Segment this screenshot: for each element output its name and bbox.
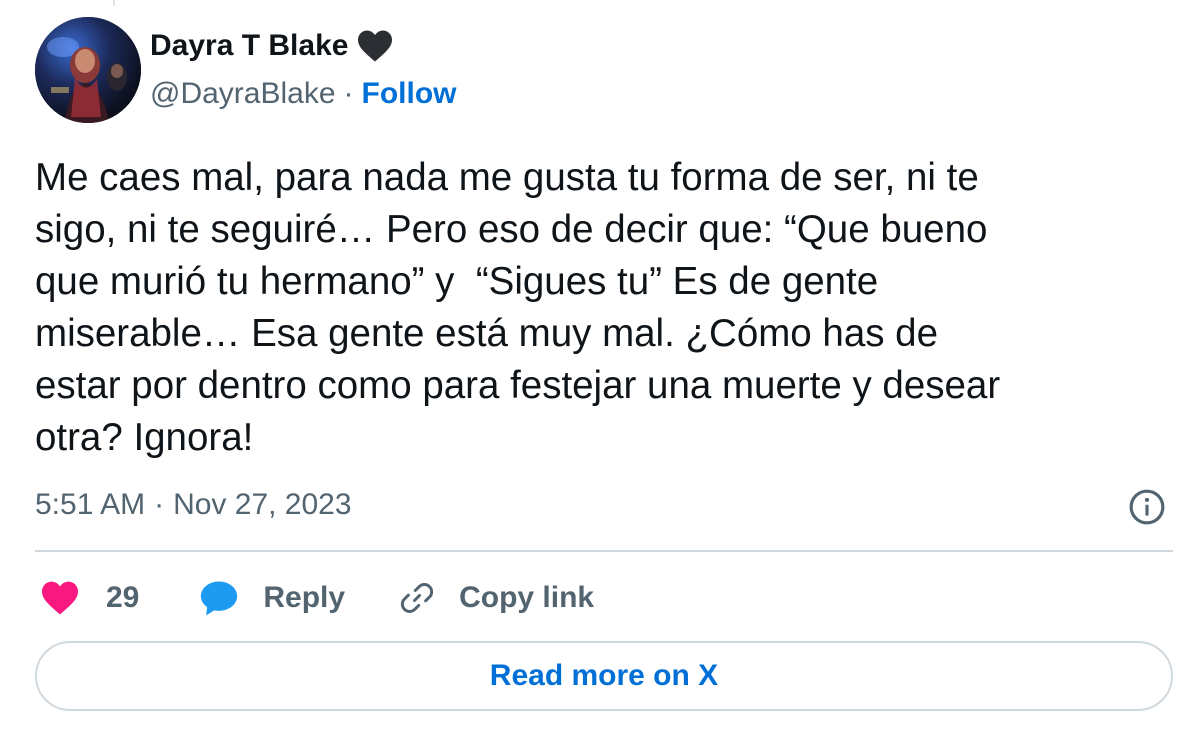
tweet-actions: 29 Reply Copy link: [40, 576, 594, 620]
read-more-label: Read more on X: [489, 659, 719, 692]
author-handle-row: @DayraBlake · Follow: [150, 74, 457, 114]
handle-separator: ·: [343, 77, 354, 110]
divider: [35, 550, 1173, 552]
read-more-button[interactable]: Read more on X: [35, 641, 1173, 711]
copy-link-label: Copy link: [459, 581, 595, 614]
author-display-name[interactable]: Dayra T Blake: [150, 29, 348, 63]
like-button[interactable]: 29: [40, 580, 139, 616]
copy-link-button[interactable]: Copy link: [397, 578, 594, 618]
info-icon[interactable]: [1128, 488, 1166, 526]
tweet-date: Nov 27, 2023: [173, 488, 352, 521]
heart-icon: [40, 580, 80, 616]
black-heart-icon: [356, 29, 394, 63]
author-name-row: Dayra T Blake: [150, 26, 394, 66]
avatar-photo: [35, 17, 141, 123]
embedded-tweet-card: Dayra T Blake @DayraBlake · Follow Me ca…: [0, 0, 1200, 736]
tweet-text: Me caes mal, para nada me gusta tu forma…: [35, 156, 1001, 459]
avatar[interactable]: [35, 17, 141, 123]
speech-bubble-icon: [199, 579, 239, 617]
tweet-timestamp[interactable]: 5:51 AM · Nov 27, 2023: [35, 484, 352, 526]
tweet-time: 5:51 AM: [35, 488, 146, 521]
timestamp-separator: ·: [154, 488, 165, 521]
like-count: 29: [106, 581, 140, 614]
reply-button[interactable]: Reply: [199, 579, 345, 617]
reply-label: Reply: [263, 581, 346, 614]
link-icon: [397, 578, 437, 618]
author-handle[interactable]: @DayraBlake: [150, 77, 336, 111]
follow-button[interactable]: Follow: [362, 77, 457, 111]
thread-connector-line: [113, 0, 115, 6]
